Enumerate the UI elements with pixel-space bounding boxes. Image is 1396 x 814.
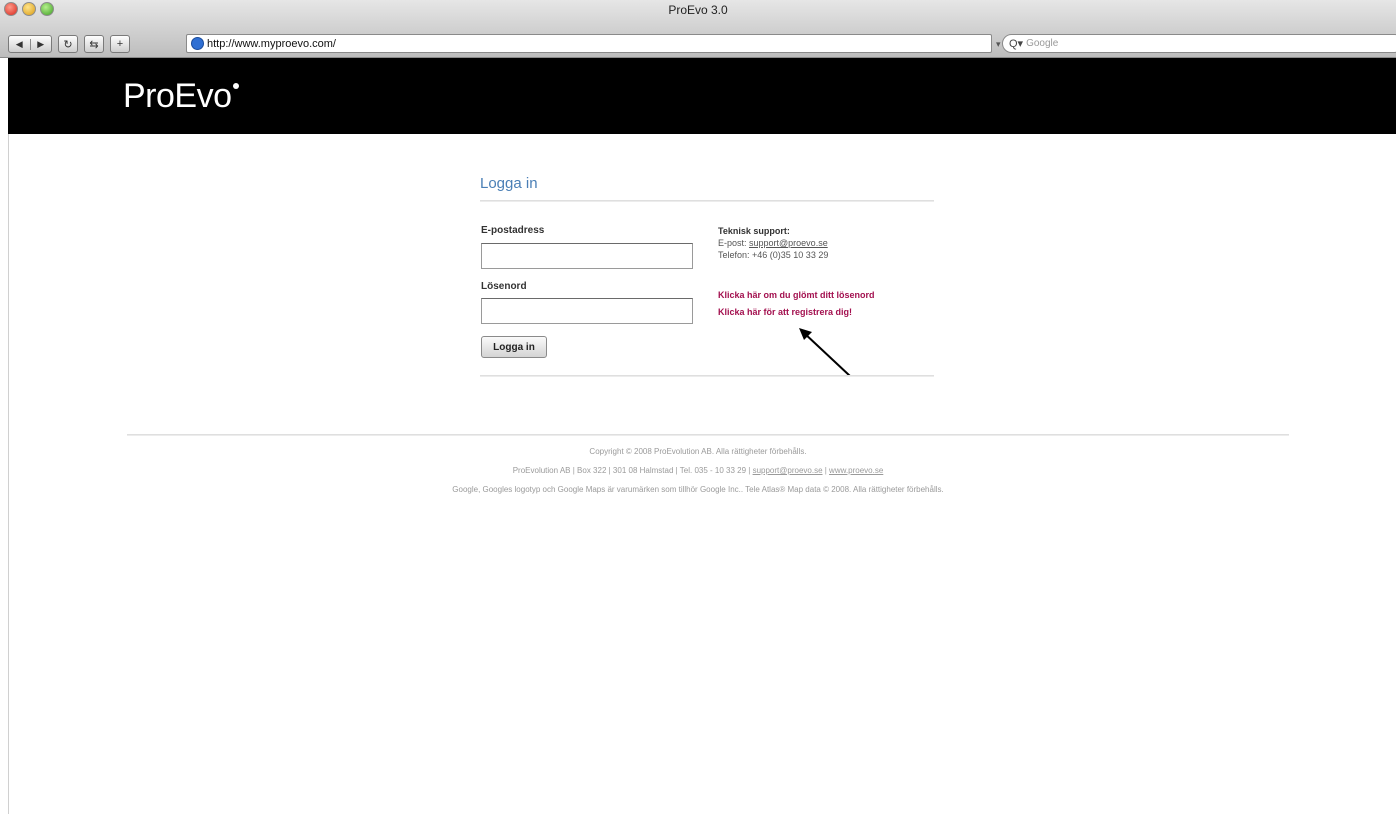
email-field[interactable] (481, 243, 693, 269)
browser-toolbar: ◀ ▶ ↻ ⇆ + http://www.myproevo.com/ ▾ Q▾ … (8, 34, 1396, 54)
address-bar[interactable]: http://www.myproevo.com/ (186, 34, 992, 53)
search-field[interactable]: Q▾ Google (1002, 34, 1396, 53)
window-title: ProEvo 3.0 (668, 3, 728, 17)
window-left-edge (0, 58, 9, 814)
footer-email-link[interactable]: support@proevo.se (753, 466, 823, 475)
password-field[interactable] (481, 298, 693, 324)
footer-address-text: ProEvolution AB | Box 322 | 301 08 Halms… (512, 466, 753, 475)
support-email-link[interactable]: support@proevo.se (749, 238, 828, 248)
password-label: Lösenord (481, 281, 527, 292)
add-bookmark-button[interactable]: + (110, 35, 130, 53)
support-title: Teknisk support: (718, 226, 790, 236)
plus-icon: + (116, 38, 124, 50)
site-logo[interactable]: ProEvo (123, 77, 239, 116)
site-header: ProEvo (8, 58, 1396, 134)
support-email-line: E-post: support@proevo.se (718, 237, 828, 249)
support-phone: Telefon: +46 (0)35 10 33 29 (718, 250, 829, 260)
annotation-arrow-icon (799, 328, 851, 377)
register-link[interactable]: Klicka här för att registrera dig! (718, 307, 852, 317)
search-icon[interactable]: Q▾ (1009, 37, 1023, 50)
login-title: Logga in (480, 175, 538, 192)
footer-google-notice: Google, Googles logotyp och Google Maps … (452, 485, 944, 494)
snapback-icon: ⇆ (89, 38, 99, 51)
footer-web-link[interactable]: www.proevo.se (829, 466, 883, 475)
back-arrow-icon[interactable]: ◀ (9, 38, 31, 50)
search-placeholder[interactable]: Google (1026, 38, 1058, 49)
back-forward-buttons[interactable]: ◀ ▶ (8, 35, 52, 53)
reload-icon: ↻ (63, 38, 73, 51)
forgot-password-link[interactable]: Klicka här om du glömt ditt lösenord (718, 290, 875, 300)
support-info: Teknisk support: E-post: support@proevo.… (718, 225, 828, 261)
url-text[interactable]: http://www.myproevo.com/ (207, 38, 336, 50)
reload-button[interactable]: ↻ (58, 35, 78, 53)
globe-icon (191, 37, 204, 50)
footer-divider (127, 434, 1289, 436)
login-top-divider (480, 200, 934, 202)
login-bottom-divider (480, 375, 934, 377)
logo-text[interactable]: ProEvo (123, 77, 232, 115)
forward-arrow-icon[interactable]: ▶ (31, 39, 52, 50)
annotation-arrow-shaft (802, 331, 851, 377)
browser-chrome: ProEvo 3.0 ◀ ▶ ↻ ⇆ + http://www.myproevo… (0, 0, 1396, 58)
logo-dot-icon (232, 83, 239, 89)
footer-copyright: Copyright © 2008 ProEvolution AB. Alla r… (589, 447, 807, 456)
login-panel: Logga in (480, 175, 934, 192)
footer-address: ProEvolution AB | Box 322 | 301 08 Halms… (0, 466, 1396, 475)
snapback-button[interactable]: ⇆ (84, 35, 104, 53)
support-email-prefix: E-post: (718, 238, 750, 248)
login-button[interactable]: Logga in (481, 336, 547, 358)
email-label: E-postadress (481, 225, 545, 236)
